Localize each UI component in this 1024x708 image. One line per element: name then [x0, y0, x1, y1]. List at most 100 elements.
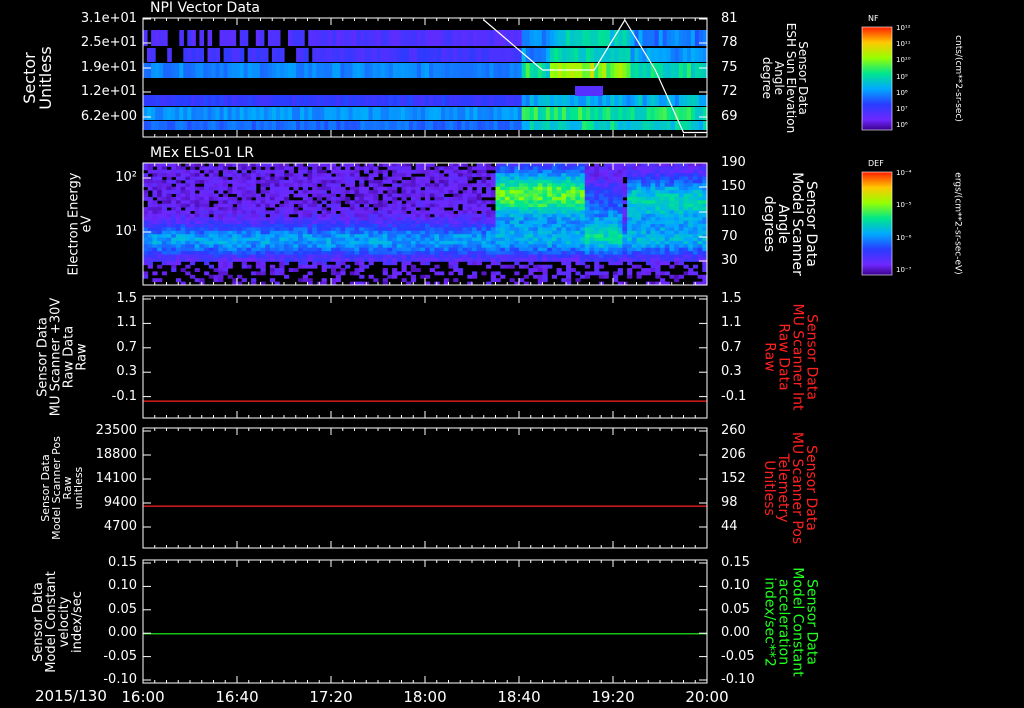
npi-cell — [626, 48, 631, 62]
els-cell — [584, 251, 590, 255]
els-cell — [321, 244, 327, 249]
els-cell — [542, 183, 548, 188]
els-cell — [631, 234, 637, 239]
els-cell — [302, 224, 308, 228]
els-cell — [683, 210, 689, 215]
els-cell — [641, 244, 647, 249]
els-cell — [284, 254, 290, 259]
els-cell — [434, 240, 440, 245]
els-cell — [608, 234, 614, 239]
npi-cell — [525, 121, 531, 130]
els-cell — [462, 234, 468, 239]
npi-cell — [493, 30, 499, 46]
els-cell — [359, 183, 365, 188]
els-cell — [143, 224, 149, 228]
els-cell — [697, 169, 703, 174]
els-cell — [147, 254, 153, 259]
els-cell — [316, 207, 323, 211]
els-cell — [302, 227, 308, 232]
npi-cell — [473, 63, 478, 78]
els-cell — [410, 257, 417, 262]
npi-cell — [505, 121, 511, 130]
npi-cell — [336, 48, 341, 62]
npi-cell — [517, 107, 523, 120]
els-cell — [631, 217, 637, 222]
els-cell — [664, 193, 670, 198]
els-cell — [382, 224, 388, 228]
npi-cell — [207, 107, 213, 120]
els-cell — [566, 179, 572, 184]
els-left-tick-label: 10¹ — [115, 224, 137, 239]
els-cell — [598, 220, 605, 225]
npi-cell — [654, 48, 660, 62]
els-cell — [617, 213, 623, 218]
els-cell — [204, 261, 210, 266]
npi-cell — [618, 30, 623, 46]
els-cell — [476, 207, 482, 211]
els-cell — [660, 251, 666, 255]
els-cell — [222, 193, 229, 198]
els-cell — [316, 196, 323, 201]
els-cell — [307, 183, 313, 188]
els-cell — [260, 247, 266, 252]
npi-cell — [642, 30, 648, 46]
els-cell — [288, 224, 294, 228]
els-cell — [340, 217, 346, 222]
els-cell — [570, 166, 576, 171]
els-cell — [608, 230, 614, 235]
els-cell — [396, 227, 402, 232]
els-cell — [617, 203, 623, 208]
els-cell — [674, 210, 680, 215]
els-cell — [533, 240, 539, 245]
els-cell — [180, 268, 186, 272]
npi-cell — [614, 48, 619, 62]
els-cell — [208, 190, 214, 194]
els-cell — [147, 224, 153, 228]
npi-cell — [147, 63, 152, 78]
els-cell — [204, 254, 210, 259]
els-cell — [359, 264, 365, 269]
els-cell — [645, 186, 652, 191]
els-cell — [575, 200, 581, 205]
els-cell — [152, 169, 158, 174]
els-cell — [533, 220, 539, 225]
els-cell — [359, 240, 365, 245]
npi-cell — [191, 95, 196, 106]
els-cell — [425, 179, 431, 184]
els-cell — [613, 271, 619, 276]
els-cell — [439, 251, 445, 255]
els-cell — [340, 254, 346, 259]
els-cell — [180, 203, 186, 208]
els-cell — [500, 230, 506, 235]
els-cell — [457, 210, 464, 215]
npi-cell — [255, 95, 261, 106]
els-cell — [175, 234, 182, 239]
npi-cell — [521, 63, 527, 78]
els-cell — [608, 251, 614, 255]
npi-cell — [574, 95, 579, 106]
els-cell — [486, 173, 492, 178]
els-cell — [664, 234, 670, 239]
els-cell — [331, 200, 337, 205]
els-cell — [265, 247, 271, 252]
els-cell — [547, 227, 553, 232]
els-cell — [566, 166, 572, 171]
els-cell — [594, 200, 600, 205]
els-cell — [448, 271, 454, 276]
els-cell — [589, 166, 595, 171]
els-cell — [293, 254, 299, 259]
npi-cell — [501, 63, 507, 78]
npi-cell — [243, 95, 249, 106]
els-cell — [627, 240, 633, 245]
els-cell — [533, 234, 539, 239]
els-cell — [561, 210, 567, 215]
els-cell — [561, 271, 567, 276]
els-cell — [288, 190, 294, 194]
els-cell — [298, 240, 304, 245]
els-cell — [265, 220, 271, 225]
els-cell — [504, 173, 511, 178]
els-cell — [312, 173, 318, 178]
els-cell — [476, 230, 482, 235]
npi-cell — [662, 48, 668, 62]
npi-cell — [670, 63, 676, 78]
